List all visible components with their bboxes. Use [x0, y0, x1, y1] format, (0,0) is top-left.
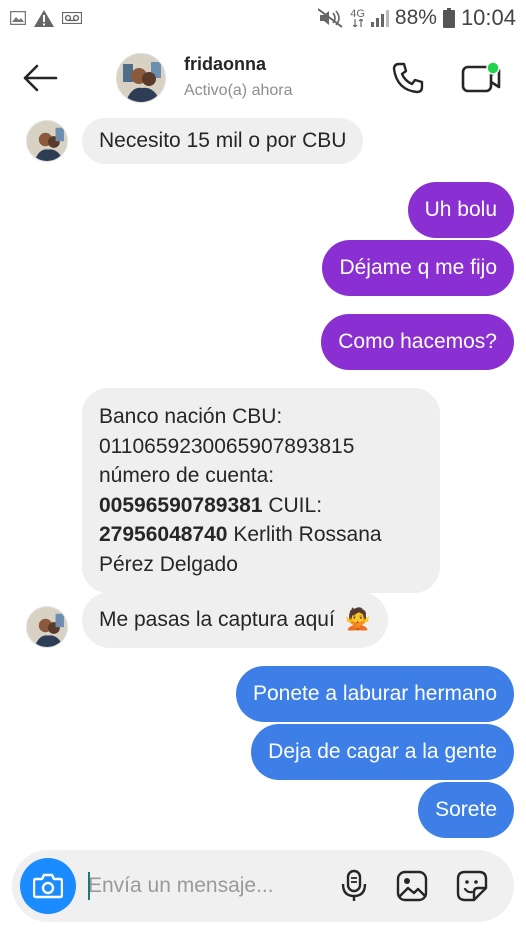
message-bubble[interactable]: Como hacemos?: [321, 314, 514, 370]
message-text: Me pasas la captura aquí: [99, 608, 335, 631]
message-bubble[interactable]: Me pasas la captura aquí 🙅: [82, 592, 388, 648]
message-bubble[interactable]: Necesito 15 mil o por CBU: [82, 118, 364, 164]
message-composer: [12, 850, 514, 922]
text-cursor: [88, 872, 90, 900]
message-text: Como hacemos?: [338, 330, 497, 353]
message-list[interactable]: Necesito 15 mil o por CBU Uh bolu Déjame…: [0, 114, 526, 844]
phone-icon: [392, 62, 424, 94]
signal-icon: [370, 9, 389, 27]
microphone-icon: [341, 869, 367, 901]
voice-call-button[interactable]: [384, 58, 432, 98]
chat-header: fridaonna Activo(a) ahora: [0, 40, 526, 114]
message-line: 00596590789381 CUIL:: [99, 493, 323, 517]
contact-status: Activo(a) ahora: [184, 82, 293, 99]
message-line: Banco nación CBU:: [99, 405, 283, 428]
gallery-icon: [396, 870, 428, 902]
gallery-button[interactable]: [392, 866, 432, 906]
message-line: 27956048740 Kerlith Rossana: [99, 523, 382, 546]
mute-icon: [318, 8, 344, 28]
message-input[interactable]: [88, 866, 318, 906]
message-row-received: Me pasas la captura aquí 🙅: [26, 592, 388, 648]
message-row-received: Necesito 15 mil o por CBU: [26, 118, 364, 164]
message-text: Déjame q me fijo: [339, 256, 497, 279]
voice-message-button[interactable]: [334, 866, 374, 906]
message-text: Uh bolu: [424, 198, 497, 221]
sender-avatar[interactable]: [26, 120, 68, 162]
sticker-button[interactable]: [452, 866, 492, 906]
clock: 10:04: [460, 5, 516, 30]
message-row-sent: Como hacemos?: [321, 314, 514, 370]
battery-percent: 88%: [394, 6, 437, 29]
message-bubble[interactable]: Banco nación CBU: 0110659230065907893815…: [82, 388, 440, 593]
sender-avatar[interactable]: [26, 606, 68, 648]
message-row-sent: Déjame q me fijo: [322, 240, 514, 296]
message-bubble[interactable]: Déjame q me fijo: [322, 240, 514, 296]
message-text: Deja de cagar a la gente: [268, 740, 497, 763]
message-bubble[interactable]: Deja de cagar a la gente: [251, 724, 514, 780]
avatar-photo: [117, 54, 165, 102]
battery-icon: [442, 8, 455, 28]
message-row-received: Banco nación CBU: 0110659230065907893815…: [82, 388, 440, 593]
camera-icon: [33, 873, 63, 899]
message-row-sent: Deja de cagar a la gente: [251, 724, 514, 780]
message-text: Necesito 15 mil o por CBU: [99, 129, 347, 152]
video-call-icon: [461, 61, 501, 93]
contact-name[interactable]: fridaonna: [184, 54, 266, 75]
message-row-sent: Ponete a laburar hermano: [236, 666, 514, 722]
message-line: número de cuenta:: [99, 464, 275, 487]
network-4g-icon: 4G: [350, 9, 365, 27]
message-bubble[interactable]: Uh bolu: [407, 182, 514, 238]
message-row-sent: Sorete: [418, 782, 514, 838]
video-call-button[interactable]: [456, 58, 506, 98]
message-bubble[interactable]: Ponete a laburar hermano: [236, 666, 514, 722]
voicemail-icon: [62, 12, 82, 24]
message-bubble[interactable]: Sorete: [418, 782, 514, 838]
warning-icon: [34, 9, 54, 27]
back-button[interactable]: [18, 58, 62, 98]
status-bar: 4G 88% 10:04: [0, 0, 526, 36]
network-label: 4G: [350, 8, 365, 20]
image-icon: [10, 11, 26, 25]
contact-avatar[interactable]: [116, 53, 166, 103]
camera-button[interactable]: [20, 858, 76, 914]
message-text: Sorete: [435, 798, 497, 821]
emoji-gesture-no: 🙅: [344, 608, 371, 631]
sticker-icon: [456, 870, 488, 902]
message-line: 0110659230065907893815: [99, 434, 355, 458]
back-arrow-icon: [23, 64, 58, 92]
message-line: Pérez Delgado: [99, 552, 238, 576]
message-text: Ponete a laburar hermano: [253, 682, 497, 705]
message-row-sent: Uh bolu: [407, 182, 514, 238]
